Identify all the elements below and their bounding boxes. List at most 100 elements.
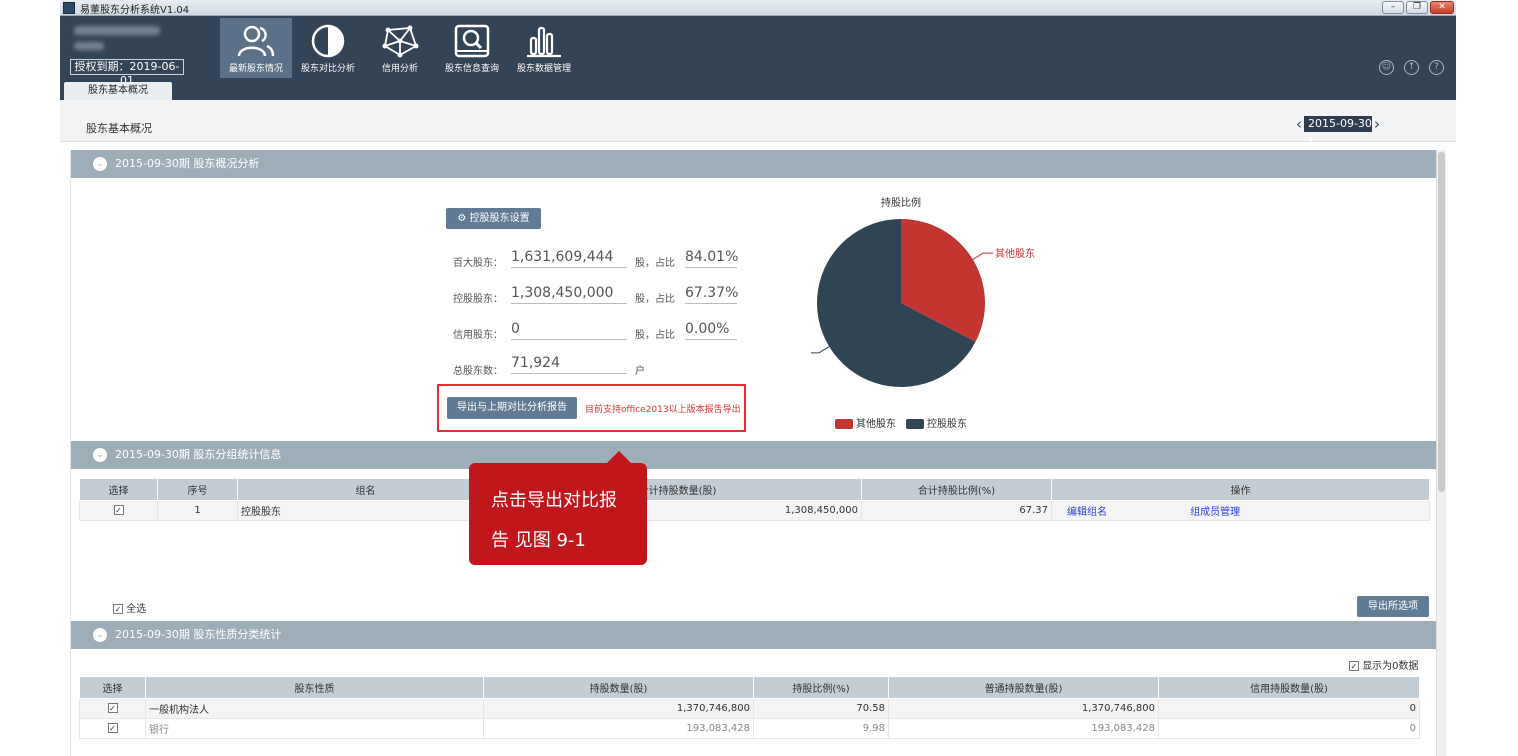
nav-shareholder-query[interactable]: 股东信息查询 (436, 18, 508, 78)
chevron-right-icon[interactable]: › (1374, 116, 1380, 132)
col-header: 信用持股数量(股) (1158, 676, 1420, 699)
chevron-left-icon[interactable]: ‹ (1296, 116, 1302, 132)
maximize-button[interactable]: ❐ (1406, 1, 1428, 14)
chart-legend: 其他股东 控股股东 (835, 415, 967, 430)
nav-latest-shareholders[interactable]: 最新股东情况 (220, 18, 292, 78)
nav-label: 信用分析 (381, 64, 418, 74)
credit-unit: 股，占比 (635, 330, 675, 341)
vertical-scrollbar[interactable] (1436, 150, 1446, 756)
users-icon (237, 25, 275, 57)
section-group-stats-header[interactable]: ⌄ 2015-09-30期 股东分组统计信息 (71, 441, 1437, 469)
gear-icon: ⚙ (457, 213, 467, 224)
shareholding-pie-chart: 其他股东控股股东 (811, 219, 1035, 387)
legend-label: 控股股东 (927, 419, 967, 430)
pie-label-0: 其他股东 (995, 247, 1035, 260)
credit-pct: 0.00% (685, 320, 737, 340)
bar-chart-icon (527, 26, 561, 58)
select-all[interactable]: ✓ 全选 (113, 600, 146, 615)
col-header: 持股比例(%) (753, 676, 889, 699)
nav-compare-analysis[interactable]: 股东对比分析 (292, 18, 364, 78)
app-window: 易董股东分析系统V1.04 – ❐ ✕ 授权到期：2019-06-01 最新股东… (60, 0, 1456, 756)
holder-pct: 9.98 (753, 718, 889, 739)
group-name: 控股股东 (237, 500, 494, 521)
pie-label-line-1 (811, 346, 830, 354)
half-circle-icon (311, 24, 345, 58)
section-title: 2015-09-30期 股东分组统计信息 (115, 448, 282, 461)
page-title: 股东基本概况 (86, 122, 152, 135)
chevron-down-icon[interactable]: ⌄ (93, 448, 107, 462)
tab-strip: 股东基本概况 (60, 82, 1456, 100)
manage-members-link[interactable]: 组成员管理 (1190, 507, 1240, 518)
chart-title: 持股比例 (881, 198, 921, 209)
select-all-checkbox[interactable]: ✓ (113, 604, 123, 614)
settings-button-label: 控股股东设置 (469, 213, 530, 224)
holder-type: 一般机构法人 (145, 698, 484, 719)
export-note: 目前支持office2013以上版本报告导出 (585, 405, 741, 415)
show-zero-toggle[interactable]: ✓ 显示为0数据 (1349, 657, 1419, 672)
user-icon[interactable]: ☺ (1379, 60, 1394, 75)
export-compare-report-button[interactable]: 导出与上期对比分析报告 (447, 397, 577, 419)
group-stats-table: 选择 序号 组名 合计持股数量(股) 合计持股比例(%) 操作 ✓ 1 控股股东… (79, 478, 1430, 521)
legend-item-controlling[interactable]: 控股股东 (906, 415, 967, 430)
tab-shareholder-overview[interactable]: 股东基本概况 (64, 82, 172, 100)
holder-shares: 193,083,428 (483, 718, 754, 739)
row-checkbox[interactable]: ✓ (113, 505, 124, 515)
table-row: ✓ 1 控股股东 1,308,450,000 67.37 编辑组名 组成员管理 (79, 500, 1430, 521)
section-title: 2015-09-30期 股东概况分析 (115, 157, 260, 170)
nav-label: 股东数据管理 (516, 64, 571, 74)
col-header: 合计持股比例(%) (861, 478, 1052, 501)
upload-icon[interactable]: ↑ (1404, 60, 1419, 75)
help-icon[interactable]: ? (1429, 60, 1444, 75)
row-checkbox[interactable]: ✓ (107, 703, 118, 713)
callout-line-1: 点击导出对比报 (491, 490, 617, 511)
holder-credit-shares: 0 (1158, 698, 1420, 719)
app-header: 授权到期：2019-06-01 最新股东情况 股东对比分析 信用分析 股东信息查… (60, 16, 1456, 100)
edit-group-name-link[interactable]: 编辑组名 (1067, 507, 1107, 518)
search-box-icon (454, 24, 490, 58)
license-expiry: 授权到期：2019-06-01 (70, 59, 184, 87)
col-header: 股东性质 (145, 676, 484, 699)
legend-swatch (835, 419, 853, 429)
section-overview-header[interactable]: ⌄ 2015-09-30期 股东概况分析 (71, 150, 1437, 178)
chevron-down-icon[interactable]: ⌄ (93, 628, 107, 642)
period-dropdown[interactable]: 2015-09-30 ▾ (1304, 116, 1372, 146)
col-header: 序号 (157, 478, 238, 501)
section-type-stats-header[interactable]: ⌄ 2015-09-30期 股东性质分类统计 (71, 621, 1437, 649)
col-header: 组名 (237, 478, 494, 501)
window-title: 易董股东分析系统V1.04 (80, 5, 190, 16)
nav-label: 股东对比分析 (300, 64, 355, 74)
network-icon (382, 25, 419, 58)
top100-value: 1,631,609,444 (511, 248, 627, 268)
row-checkbox[interactable]: ✓ (107, 723, 118, 733)
nav-data-management[interactable]: 股东数据管理 (508, 18, 580, 78)
col-header: 持股数量(股) (483, 676, 754, 699)
nav-label: 最新股东情况 (228, 64, 283, 74)
top100-pct: 84.01% (685, 248, 738, 268)
scrollbar-thumb[interactable] (1438, 152, 1445, 492)
chevron-down-icon[interactable]: ⌄ (93, 157, 107, 171)
close-button[interactable]: ✕ (1430, 1, 1454, 14)
col-header: 选择 (79, 676, 146, 699)
holder-normal-shares: 193,083,428 (888, 718, 1159, 739)
total-holders-label: 总股东数： (453, 366, 503, 377)
type-stats-table: 选择 股东性质 持股数量(股) 持股比例(%) 普通持股数量(股) 信用持股数量… (79, 676, 1420, 739)
credit-value: 0 (511, 320, 627, 340)
total-holders-unit: 户 (635, 366, 645, 377)
export-selected-button[interactable]: 导出所选项 (1357, 596, 1429, 617)
col-header: 普通持股数量(股) (888, 676, 1159, 699)
show-zero-label: 显示为0数据 (1362, 661, 1419, 672)
content-area: ⌄ 2015-09-30期 股东概况分析 ⚙ 控股股东设置 百大股东： 1,63… (70, 150, 1437, 756)
select-all-label: 全选 (126, 604, 147, 615)
controlling-shareholder-settings-button[interactable]: ⚙ 控股股东设置 (446, 208, 541, 229)
minimize-button[interactable]: – (1382, 1, 1404, 14)
nav-credit-analysis[interactable]: 信用分析 (364, 18, 436, 78)
legend-item-other[interactable]: 其他股东 (835, 415, 896, 430)
nav-label: 股东信息查询 (444, 64, 499, 74)
show-zero-checkbox[interactable]: ✓ (1349, 661, 1359, 671)
col-header: 选择 (79, 478, 158, 501)
top100-label: 百大股东： (453, 258, 503, 269)
page-heading-bar: 股东基本概况 ‹ 2015-09-30 ▾ › (60, 100, 1456, 146)
holder-shares: 1,370,746,800 (483, 698, 754, 719)
controlling-label: 控股股东： (453, 294, 503, 305)
total-holders-value: 71,924 (511, 354, 627, 374)
